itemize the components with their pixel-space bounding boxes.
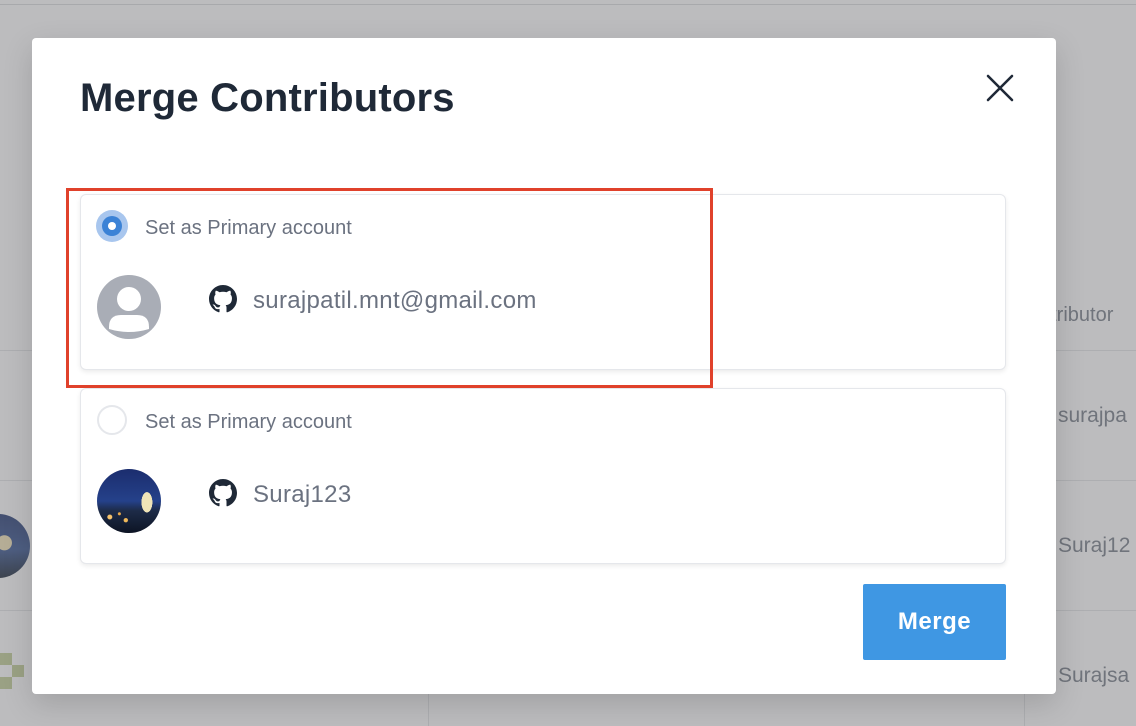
merge-button[interactable]: Merge <box>863 584 1006 660</box>
account-card-primary[interactable]: Set as Primary account surajpatil.mnt@gm… <box>80 194 1006 370</box>
photo-avatar <box>97 469 161 533</box>
merge-contributors-modal: Merge Contributors Set as Primary accoun… <box>32 38 1056 694</box>
primary-account-radio[interactable] <box>96 210 128 242</box>
account-name: Suraj123 <box>253 481 352 508</box>
account-card-secondary[interactable]: Set as Primary account Suraj123 <box>80 388 1006 564</box>
github-icon <box>209 479 237 507</box>
close-icon <box>986 74 1014 102</box>
account-name: surajpatil.mnt@gmail.com <box>253 287 537 314</box>
secondary-account-radio[interactable] <box>97 405 127 435</box>
close-button[interactable] <box>982 70 1018 106</box>
primary-account-label[interactable]: Set as Primary account <box>145 217 352 240</box>
default-avatar <box>97 275 161 339</box>
github-icon <box>209 285 237 313</box>
secondary-account-label[interactable]: Set as Primary account <box>145 411 352 434</box>
modal-title: Merge Contributors <box>80 76 455 120</box>
